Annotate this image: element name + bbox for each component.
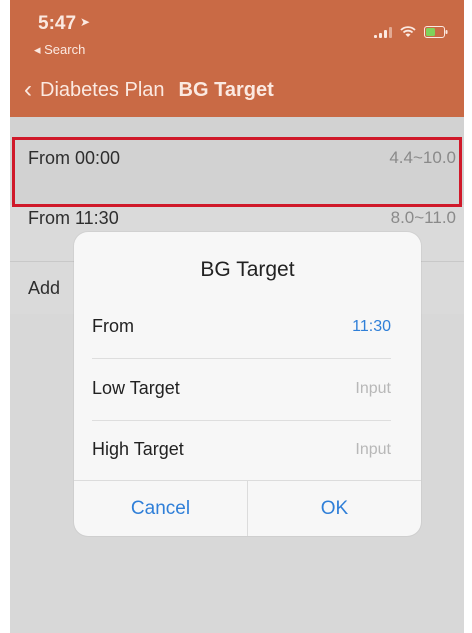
status-time: 5:47 ➤ [38,13,90,35]
dialog-title: BG Target [200,258,295,281]
status-icons [374,26,448,38]
list-item-label: From 11:30 [28,208,119,228]
low-target-input[interactable]: Input [355,380,391,398]
list-item-value: 8.0~11.0 [390,208,456,227]
nav-back-button[interactable]: Diabetes Plan [40,79,165,102]
header: 5:47 ➤ ◂ Search ‹ Diabetes Plan BG Targe… [10,0,464,117]
list-item-value: 4.4~10.0 [389,148,456,167]
chevron-left-icon[interactable]: ‹ [24,78,32,102]
phone-screen: 5:47 ➤ ◂ Search ‹ Diabetes Plan BG Targe… [10,0,464,633]
low-target-label: Low Target [92,378,180,398]
signal-icon [374,26,392,38]
high-target-field[interactable]: High Target Input [92,421,391,481]
back-to-search-link[interactable]: ◂ Search [34,42,85,58]
battery-icon [424,26,448,38]
wifi-icon [400,26,416,38]
status-time-text: 5:47 [38,13,77,34]
high-target-input[interactable]: Input [355,441,391,459]
dialog-buttons: Cancel OK [74,480,421,536]
bg-target-dialog: BG Target From 11:30 Low Target Input Hi… [74,232,421,536]
location-arrow-icon: ➤ [80,15,91,29]
low-target-field[interactable]: Low Target Input [92,360,391,421]
add-button-label: Add [28,278,61,298]
ok-button[interactable]: OK [248,481,421,536]
list-item[interactable]: From 00:00 4.4~10.0 [10,117,464,206]
page-title: BG Target [178,78,274,101]
nav-bar: ‹ Diabetes Plan BG Target [24,76,274,104]
list-item-label: From 00:00 [28,148,121,168]
from-field[interactable]: From 11:30 [92,298,391,359]
cancel-button[interactable]: Cancel [74,481,248,536]
from-label: From [92,316,134,336]
from-time-value[interactable]: 11:30 [352,318,391,336]
high-target-label: High Target [92,439,184,459]
